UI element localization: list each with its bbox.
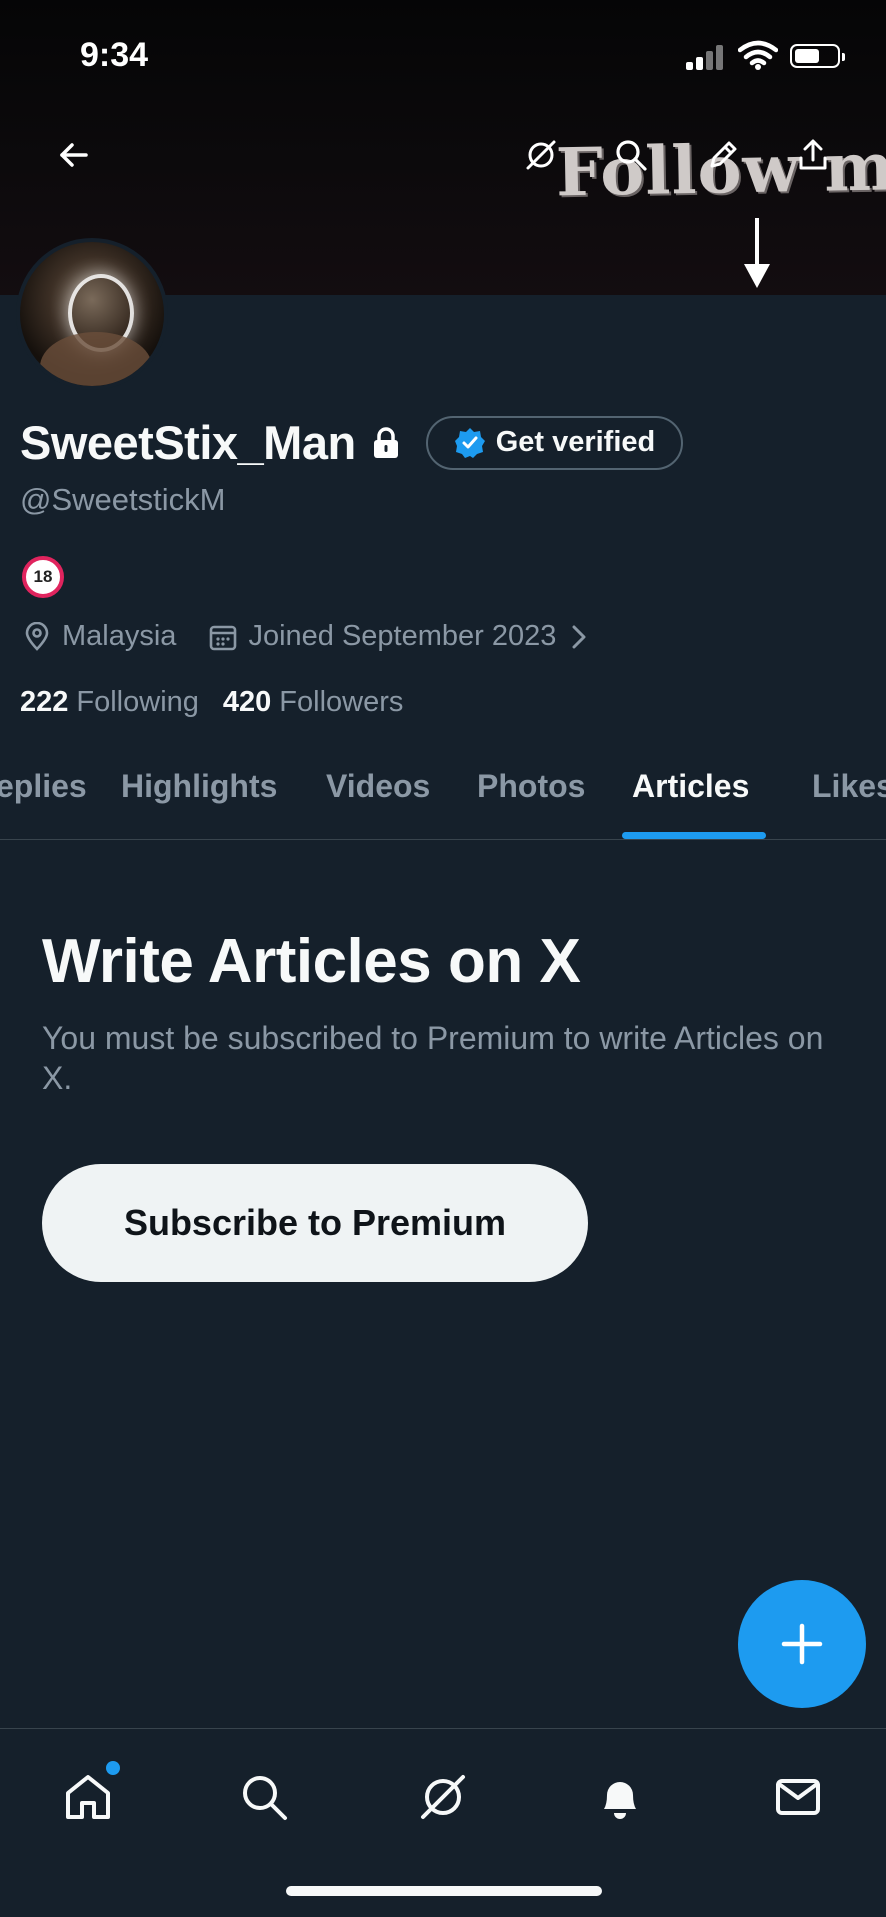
arrow-left-icon (60, 143, 88, 167)
compose-button[interactable] (738, 1580, 866, 1708)
following-link[interactable]: 222 Following (20, 686, 199, 719)
status-bar: 9:34 (0, 0, 886, 110)
grok-icon (421, 1775, 465, 1819)
status-time: 9:34 (80, 36, 149, 74)
followers-label: Followers (279, 686, 404, 718)
subscribe-premium-button[interactable]: Subscribe to Premium (42, 1164, 588, 1282)
empty-state-title: Write Articles on X (42, 927, 581, 996)
battery-icon (790, 44, 845, 68)
nav-grok[interactable] (413, 1767, 473, 1827)
home-icon (66, 1775, 110, 1819)
chevron-right-icon (572, 625, 586, 648)
following-label: Following (76, 686, 199, 718)
joined-date[interactable]: Joined September 2023 (208, 620, 594, 653)
location-pin-icon (25, 621, 49, 651)
empty-state-subtitle: You must be subscribed to Premium to wri… (42, 1020, 824, 1096)
followers-link[interactable]: 420 Followers (223, 686, 403, 719)
get-verified-button[interactable]: Get verified (425, 415, 684, 470)
display-name: SweetStix_Man (20, 416, 356, 469)
bio-emoji: 18 (22, 556, 64, 598)
nav-search[interactable] (234, 1767, 294, 1827)
edit-icon (710, 141, 737, 168)
lock-icon (373, 426, 398, 458)
search-button[interactable] (602, 126, 660, 184)
search-icon (243, 1776, 287, 1820)
avatar[interactable] (16, 238, 168, 390)
active-tab-indicator (622, 832, 766, 839)
banner-arrow-icon (744, 218, 770, 288)
get-verified-label: Get verified (495, 426, 656, 458)
nav-notifications[interactable] (590, 1767, 650, 1827)
calendar-icon (210, 625, 237, 650)
tab-photos[interactable]: Photos (477, 768, 585, 805)
tab-likes[interactable]: Likes (812, 768, 886, 805)
tab-replies[interactable]: eplies (0, 768, 87, 805)
notifications-icon (604, 1782, 636, 1819)
wifi-icon (738, 40, 778, 70)
following-count: 222 (20, 686, 69, 718)
tab-articles[interactable]: Articles (632, 768, 749, 805)
plus-icon (781, 1623, 823, 1665)
profile-meta: Malaysia Joined September 2023 (22, 620, 626, 653)
nav-messages[interactable] (768, 1767, 828, 1827)
followers-count: 420 (222, 686, 272, 718)
tab-videos[interactable]: Videos (326, 768, 430, 805)
profile-name-row: SweetStix_Man Get verified (20, 415, 684, 470)
grok-button[interactable] (512, 126, 570, 184)
share-button[interactable] (784, 126, 842, 184)
edit-button[interactable] (694, 126, 752, 184)
grok-icon (526, 140, 556, 170)
home-indicator[interactable] (286, 1886, 602, 1896)
location: Malaysia (22, 620, 176, 653)
location-text: Malaysia (62, 620, 177, 652)
cellular-signal-icon (686, 44, 726, 70)
search-icon (616, 140, 647, 171)
battery-level (795, 49, 819, 63)
follow-stats: 222 Following 420 Followers (20, 686, 427, 719)
tab-highlights[interactable]: Highlights (121, 768, 277, 805)
nav-home[interactable] (58, 1761, 120, 1827)
messages-icon (776, 1779, 820, 1815)
home-notification-dot (106, 1761, 120, 1775)
back-button[interactable] (44, 126, 102, 184)
verified-badge-icon (454, 427, 485, 458)
profile-tabs: eplies Highlights Videos Photos Articles… (0, 752, 886, 840)
handle: @SweetstickM (20, 482, 226, 517)
share-icon (799, 139, 827, 170)
joined-text: Joined September 2023 (248, 620, 557, 652)
